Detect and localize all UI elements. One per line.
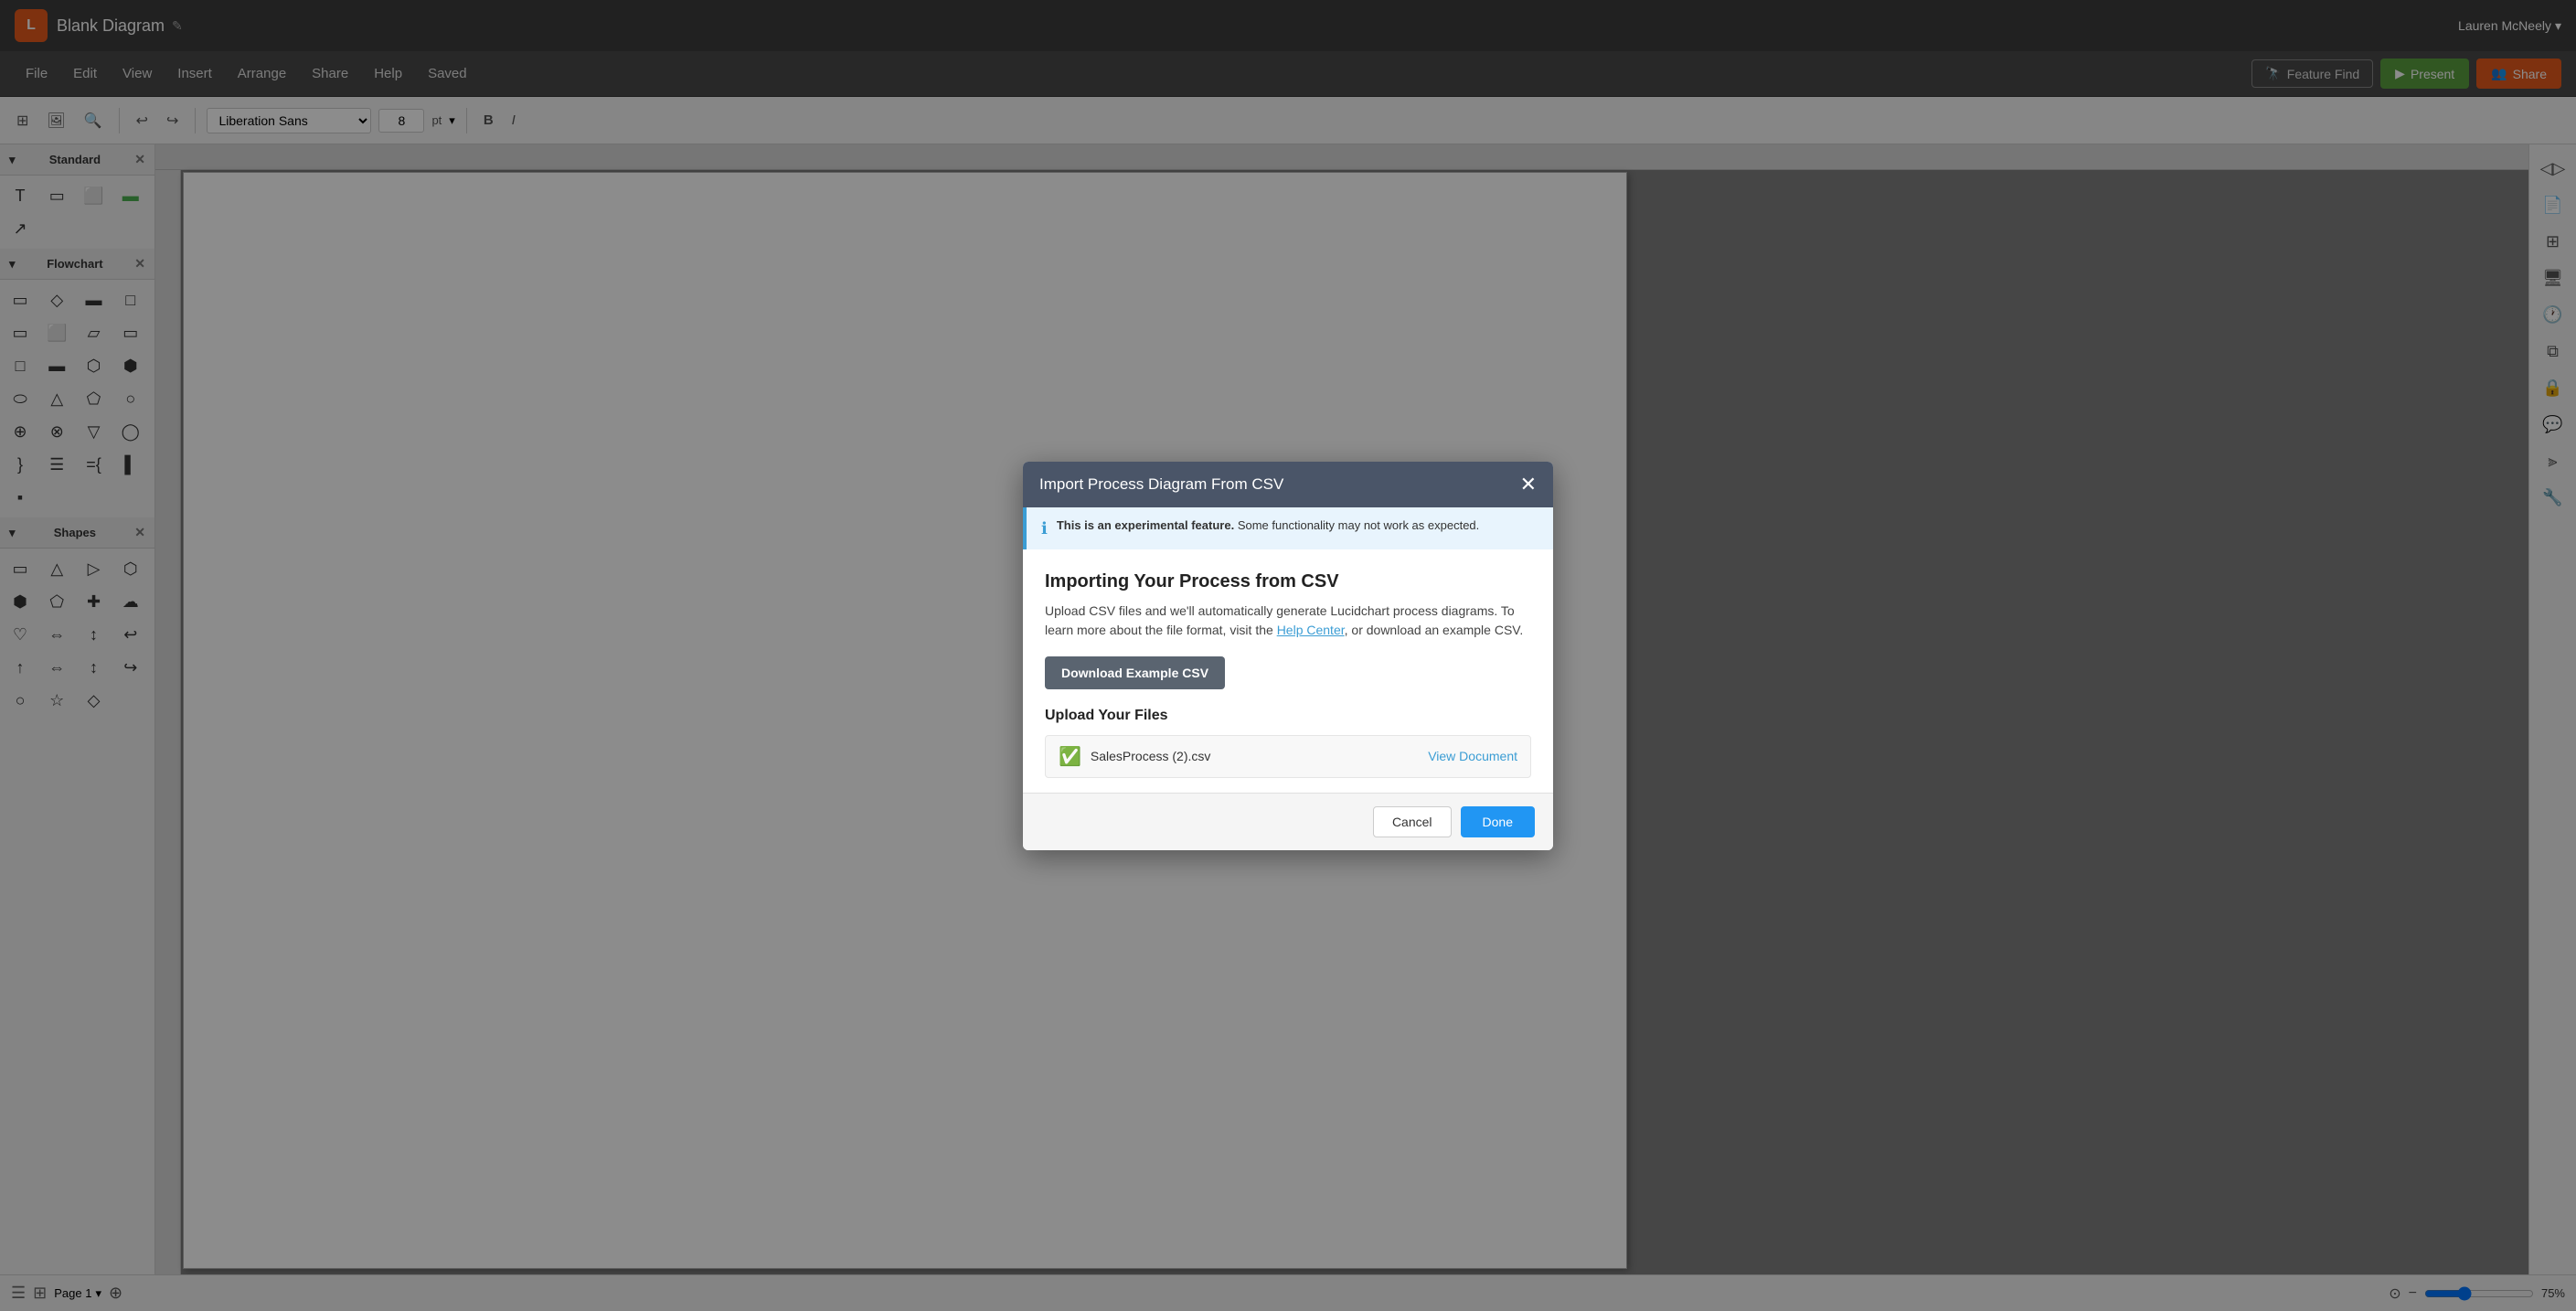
help-center-link[interactable]: Help Center: [1277, 623, 1345, 637]
uploaded-file-row: ✅ SalesProcess (2).csv View Document: [1045, 735, 1531, 778]
dialog-body: Importing Your Process from CSV Upload C…: [1023, 549, 1553, 793]
dialog-info-bar: ℹ This is an experimental feature. Some …: [1023, 507, 1553, 549]
done-button[interactable]: Done: [1461, 806, 1535, 837]
dialog-footer: Cancel Done: [1023, 793, 1553, 850]
dialog-header: Import Process Diagram From CSV ✕: [1023, 462, 1553, 507]
file-success-icon: ✅: [1059, 745, 1081, 768]
download-example-csv-button[interactable]: Download Example CSV: [1045, 656, 1225, 689]
info-bold-text: This is an experimental feature.: [1057, 518, 1234, 532]
view-document-link[interactable]: View Document: [1428, 749, 1517, 763]
info-icon: ℹ: [1041, 519, 1048, 538]
dialog-import-title: Importing Your Process from CSV: [1045, 571, 1531, 592]
cancel-button[interactable]: Cancel: [1373, 806, 1452, 837]
upload-title: Upload Your Files: [1045, 708, 1531, 724]
info-text: This is an experimental feature. Some fu…: [1057, 518, 1479, 532]
import-csv-dialog: Import Process Diagram From CSV ✕ ℹ This…: [1023, 462, 1553, 850]
dialog-close-button[interactable]: ✕: [1520, 474, 1537, 495]
dialog-description: Upload CSV files and we'll automatically…: [1045, 602, 1531, 640]
dialog-title: Import Process Diagram From CSV: [1039, 475, 1283, 494]
file-name-label: SalesProcess (2).csv: [1091, 749, 1419, 763]
modal-overlay[interactable]: Import Process Diagram From CSV ✕ ℹ This…: [0, 0, 2576, 1311]
